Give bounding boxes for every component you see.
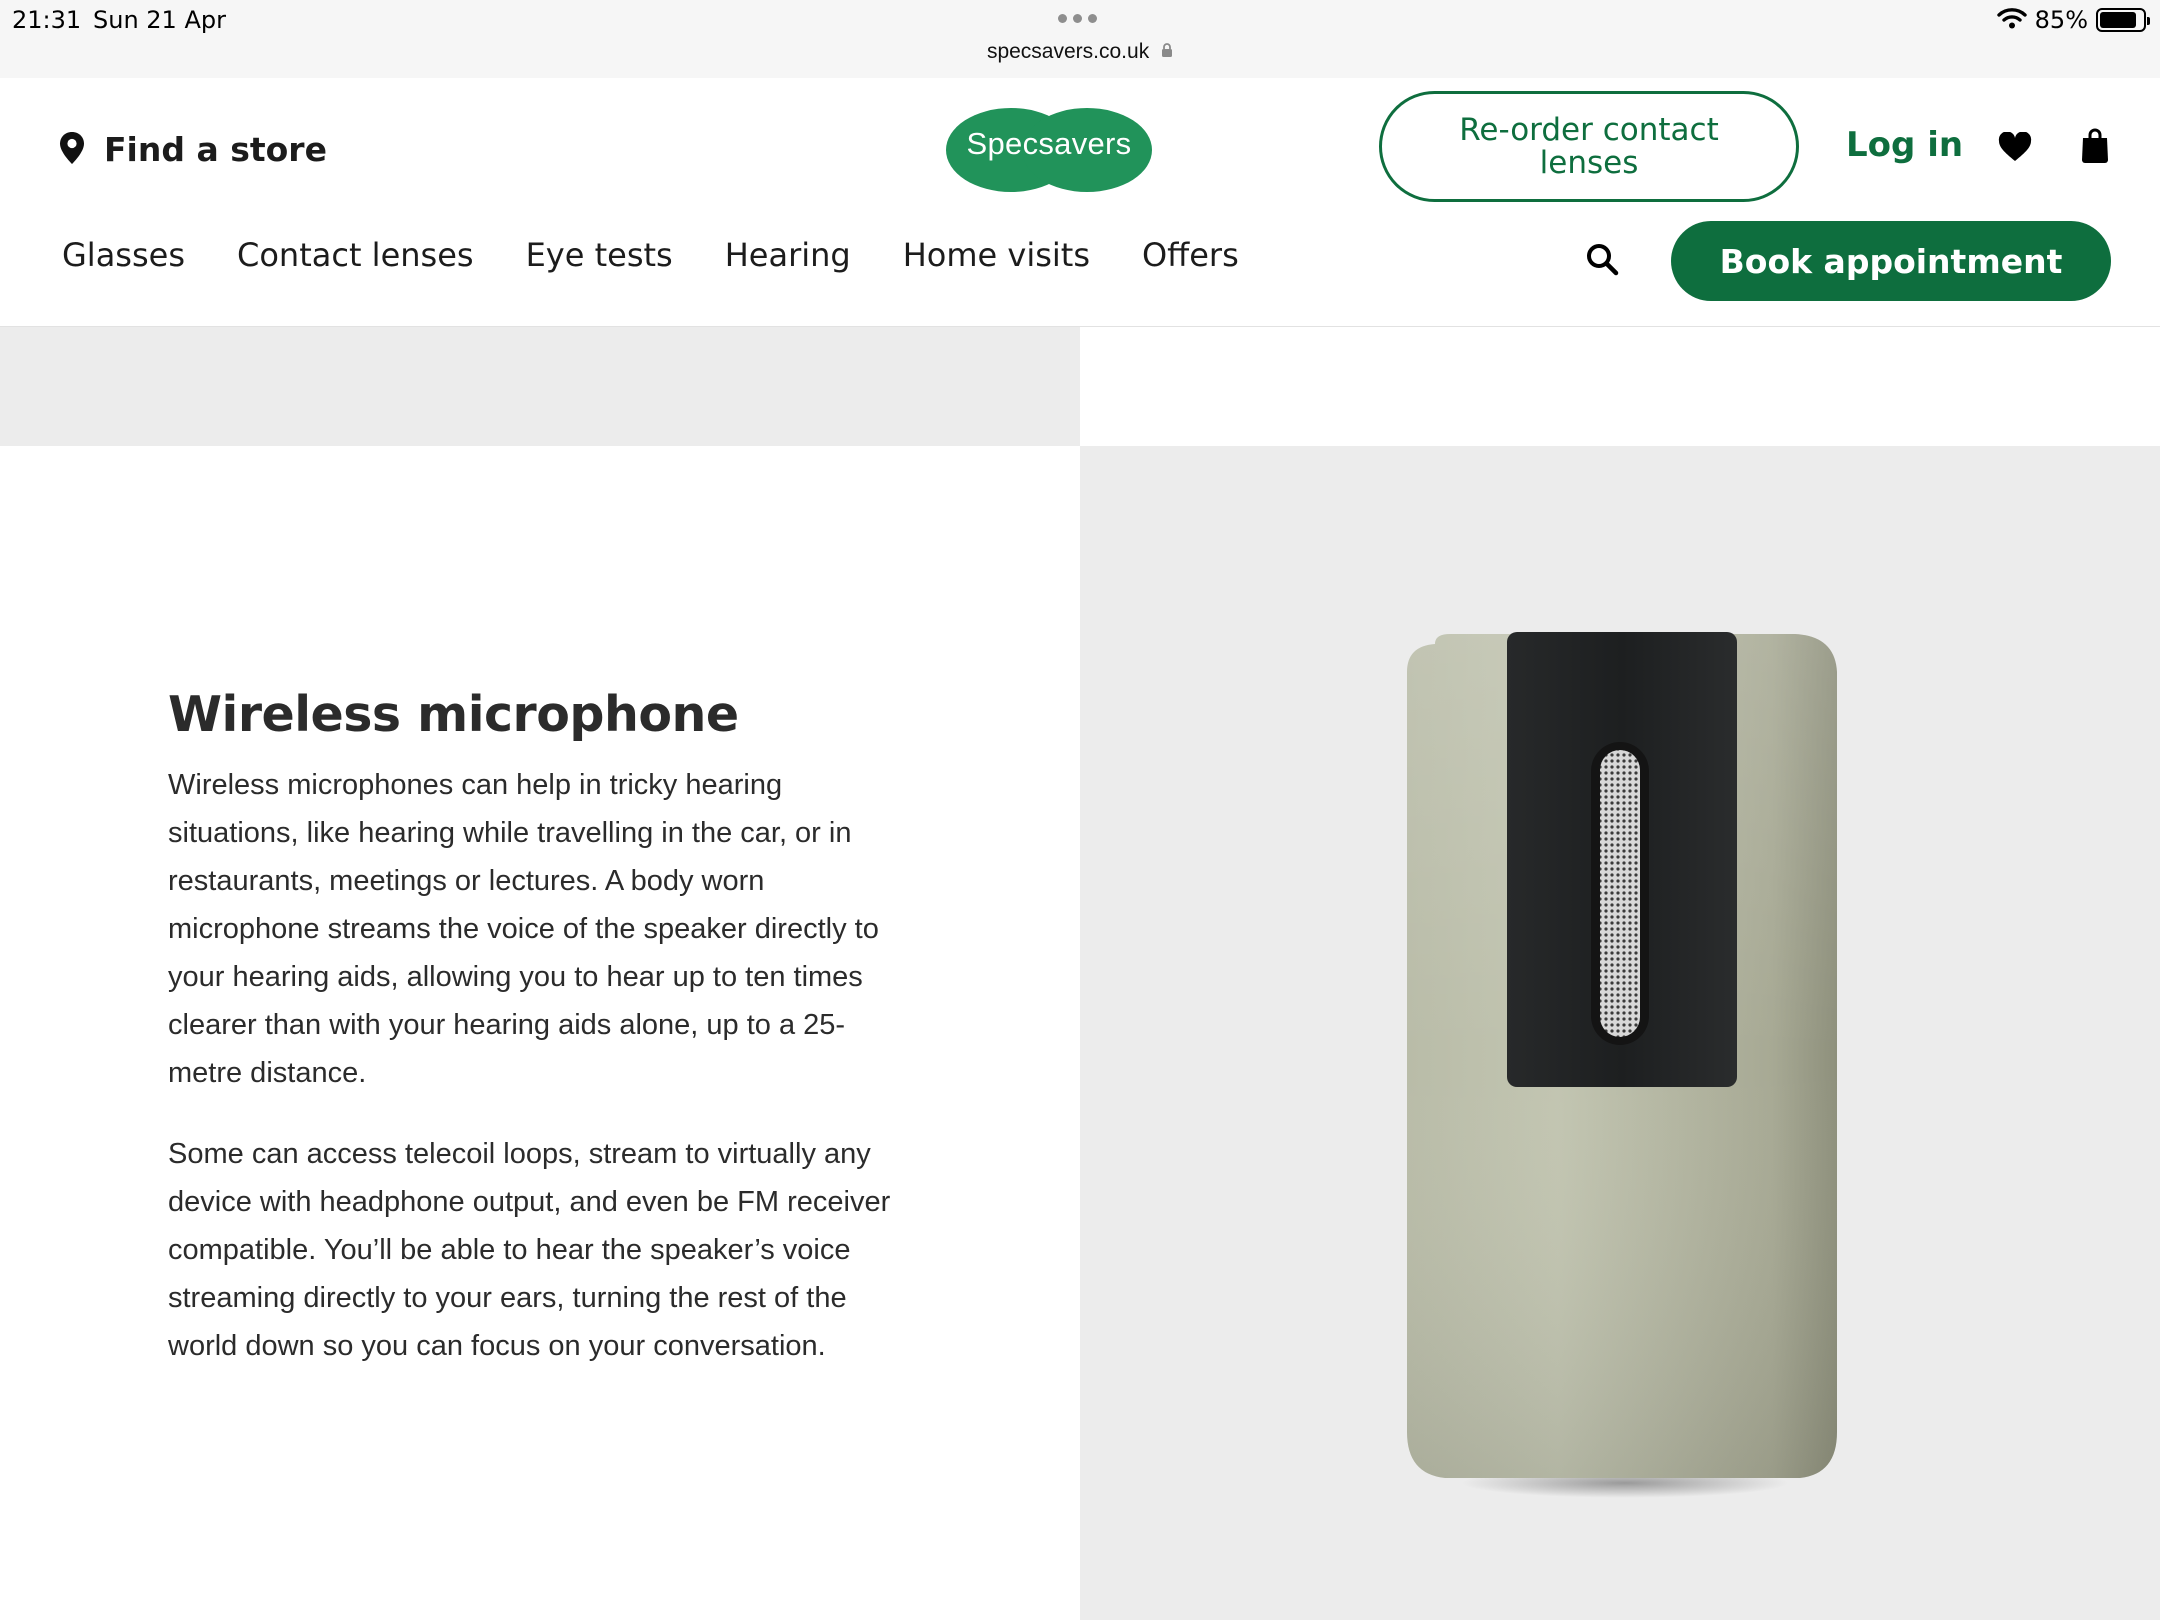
grey-banner-strip [0, 327, 1080, 446]
location-pin-icon [58, 131, 86, 169]
site-header: Find a store Specsavers Re-order contact… [0, 78, 2160, 327]
nav-item-offers[interactable]: Offers [1142, 236, 1239, 274]
find-store-link[interactable]: Find a store [58, 130, 327, 169]
specsavers-logo[interactable]: Specsavers [944, 108, 1154, 192]
status-time: 21:31 [12, 6, 82, 34]
nav-item-home-visits[interactable]: Home visits [903, 236, 1090, 274]
login-link[interactable]: Log in [1846, 125, 1963, 165]
lock-icon [1161, 40, 1173, 64]
heart-icon[interactable] [1998, 131, 2032, 166]
nav-item-contact-lenses[interactable]: Contact lenses [237, 236, 474, 274]
book-appointment-button[interactable]: Book appointment [1671, 221, 2111, 301]
product-image-panel [1080, 446, 2160, 1620]
battery-icon [2096, 8, 2150, 32]
url-text: specsavers.co.uk [986, 40, 1150, 63]
ios-status-bar: 21:31 Sun 21 Apr specsavers.co.uk 85% [0, 0, 2160, 78]
wifi-icon [1996, 7, 2027, 33]
battery-percent: 85% [2034, 6, 2088, 34]
address-bar[interactable]: specsavers.co.uk [0, 40, 2160, 64]
paragraph-1: Wireless microphones can help in tricky … [168, 769, 879, 1089]
search-icon[interactable] [1585, 242, 1619, 280]
main-nav: Glasses Contact lenses Eye tests Hearing… [62, 236, 1239, 274]
section-heading: Wireless microphone [168, 686, 739, 743]
reorder-contact-lenses-button[interactable]: Re-order contact lenses [1379, 91, 1799, 202]
article-text: Wireless microphone Wireless microphones… [168, 686, 908, 1403]
wireless-microphone-image [1407, 632, 1837, 1478]
shopping-bag-icon[interactable] [2080, 128, 2110, 168]
status-date: Sun 21 Apr [93, 6, 226, 34]
nav-item-hearing[interactable]: Hearing [725, 236, 851, 274]
nav-item-glasses[interactable]: Glasses [62, 236, 185, 274]
logo-text: Specsavers [966, 126, 1132, 161]
paragraph-2: Some can access telecoil loops, stream t… [168, 1138, 891, 1362]
more-dots-icon[interactable] [1058, 14, 1097, 23]
status-right: 85% [1996, 6, 2150, 34]
find-store-label: Find a store [104, 130, 327, 169]
nav-item-eye-tests[interactable]: Eye tests [526, 236, 673, 274]
